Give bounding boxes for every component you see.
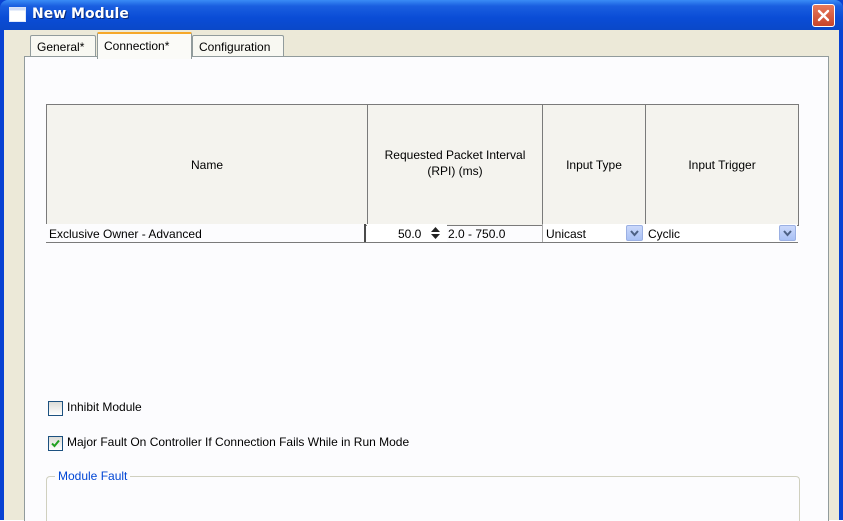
- column-header-input-type[interactable]: Input Type: [542, 104, 646, 226]
- tab-connection-label: Connection*: [104, 39, 170, 53]
- close-icon: [817, 9, 830, 22]
- tab-general-label: General*: [37, 40, 85, 54]
- input-trigger-select[interactable]: Cyclic: [645, 224, 797, 242]
- module-fault-groupbox: [46, 476, 800, 521]
- row-name-cell[interactable]: Exclusive Owner - Advanced: [46, 224, 366, 242]
- major-fault-label: Major Fault On Controller If Connection …: [67, 435, 410, 449]
- column-header-rpi-line2: (RPI) (ms): [427, 164, 483, 178]
- new-module-dialog: New Module General* Connection* Configur…: [0, 0, 843, 521]
- title-bar[interactable]: New Module: [0, 0, 843, 30]
- inhibit-module-label: Inhibit Module: [67, 400, 142, 414]
- chevron-down-icon: [783, 230, 792, 237]
- major-fault-checkbox[interactable]: [48, 436, 63, 451]
- column-header-name-label: Name: [190, 158, 223, 172]
- column-header-input-trigger[interactable]: Input Trigger: [645, 104, 799, 226]
- column-header-input-trigger-label: Input Trigger: [688, 158, 756, 172]
- column-header-rpi[interactable]: Requested Packet Interval (RPI) (ms): [367, 104, 543, 226]
- window-title: New Module: [32, 6, 129, 22]
- inhibit-module-checkbox[interactable]: [48, 401, 63, 416]
- close-button[interactable]: [812, 4, 835, 27]
- input-trigger-dropdown-button[interactable]: [779, 225, 796, 241]
- rpi-spinner-icon[interactable]: [429, 225, 442, 241]
- input-type-value: Unicast: [546, 227, 587, 241]
- tab-configuration-label: Configuration: [199, 40, 271, 54]
- input-trigger-value: Cyclic: [648, 227, 680, 241]
- rpi-value-text: 50.0: [398, 227, 422, 241]
- column-header-name[interactable]: Name: [46, 104, 368, 226]
- column-header-input-type-label: Input Type: [566, 158, 622, 172]
- input-type-dropdown-button[interactable]: [626, 225, 643, 241]
- rpi-range-text: 2.0 - 750.0: [448, 227, 506, 241]
- window-icon: [9, 7, 26, 22]
- table-row[interactable]: Exclusive Owner - Advanced 50.0 2.0 - 75…: [46, 224, 798, 243]
- tab-general[interactable]: General*: [30, 35, 96, 57]
- column-header-rpi-line1: Requested Packet Interval: [384, 148, 526, 162]
- tab-connection[interactable]: Connection*: [97, 32, 192, 59]
- module-fault-label: Module Fault: [55, 469, 131, 483]
- tab-configuration[interactable]: Configuration: [192, 35, 284, 57]
- checkmark-icon: [51, 439, 60, 448]
- row-name-text: Exclusive Owner - Advanced: [49, 227, 202, 241]
- chevron-down-icon: [630, 230, 639, 237]
